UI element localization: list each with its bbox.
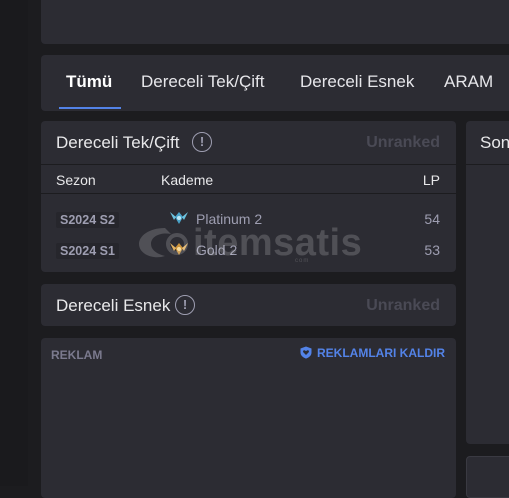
card-divider — [41, 193, 456, 194]
card-divider — [466, 164, 509, 165]
right-bottom-panel — [466, 456, 509, 498]
ranked-solo-status: Unranked — [366, 134, 440, 151]
queue-tabs-bar: Tümü Dereceli Tek/Çift Dereceli Esnek AR… — [41, 55, 509, 111]
column-header-lp: LP — [422, 172, 440, 188]
tab-aram[interactable]: ARAM — [444, 72, 493, 92]
tier-name: Gold 2 — [196, 242, 238, 258]
tier-name: Platinum 2 — [196, 211, 263, 227]
gold-emblem-icon — [170, 243, 188, 255]
season-badge: S2024 S2 — [56, 212, 119, 228]
column-header-tier: Kademe — [161, 172, 214, 188]
lp-value: 53 — [424, 242, 440, 258]
tab-ranked-solo[interactable]: Dereceli Tek/Çift — [141, 72, 264, 92]
ad-label: REKLAM — [51, 348, 103, 362]
info-icon[interactable]: ! — [175, 295, 195, 315]
info-icon[interactable]: ! — [192, 132, 212, 152]
profile-header-panel — [41, 0, 509, 44]
ranked-flex-status: Unranked — [366, 297, 440, 314]
tab-ranked-flex[interactable]: Dereceli Esnek — [300, 72, 414, 92]
ad-panel: REKLAM REKLAMLARI KALDIR — [41, 338, 456, 498]
left-sidebar-strip — [0, 0, 28, 486]
lp-value: 54 — [424, 211, 440, 227]
remove-ads-button[interactable]: REKLAMLARI KALDIR — [300, 346, 445, 360]
platinum-emblem-icon — [170, 212, 188, 224]
active-tab-indicator — [59, 107, 121, 109]
tab-all[interactable]: Tümü — [66, 72, 112, 92]
ranked-solo-card: Dereceli Tek/Çift ! Unranked Sezon Kadem… — [41, 121, 456, 272]
ranked-solo-title: Dereceli Tek/Çift — [56, 133, 180, 152]
ranked-flex-title: Dereceli Esnek — [56, 296, 171, 315]
column-header-season: Sezon — [56, 172, 96, 188]
card-divider — [41, 164, 456, 165]
remove-ads-label: REKLAMLARI KALDIR — [317, 346, 445, 360]
ranked-flex-card: Dereceli Esnek ! Unranked — [41, 284, 456, 326]
recent-games-title: Son — [480, 133, 509, 152]
season-badge: S2024 S1 — [56, 243, 119, 259]
recent-games-panel: Son — [466, 121, 509, 444]
heart-shield-icon — [300, 346, 312, 359]
